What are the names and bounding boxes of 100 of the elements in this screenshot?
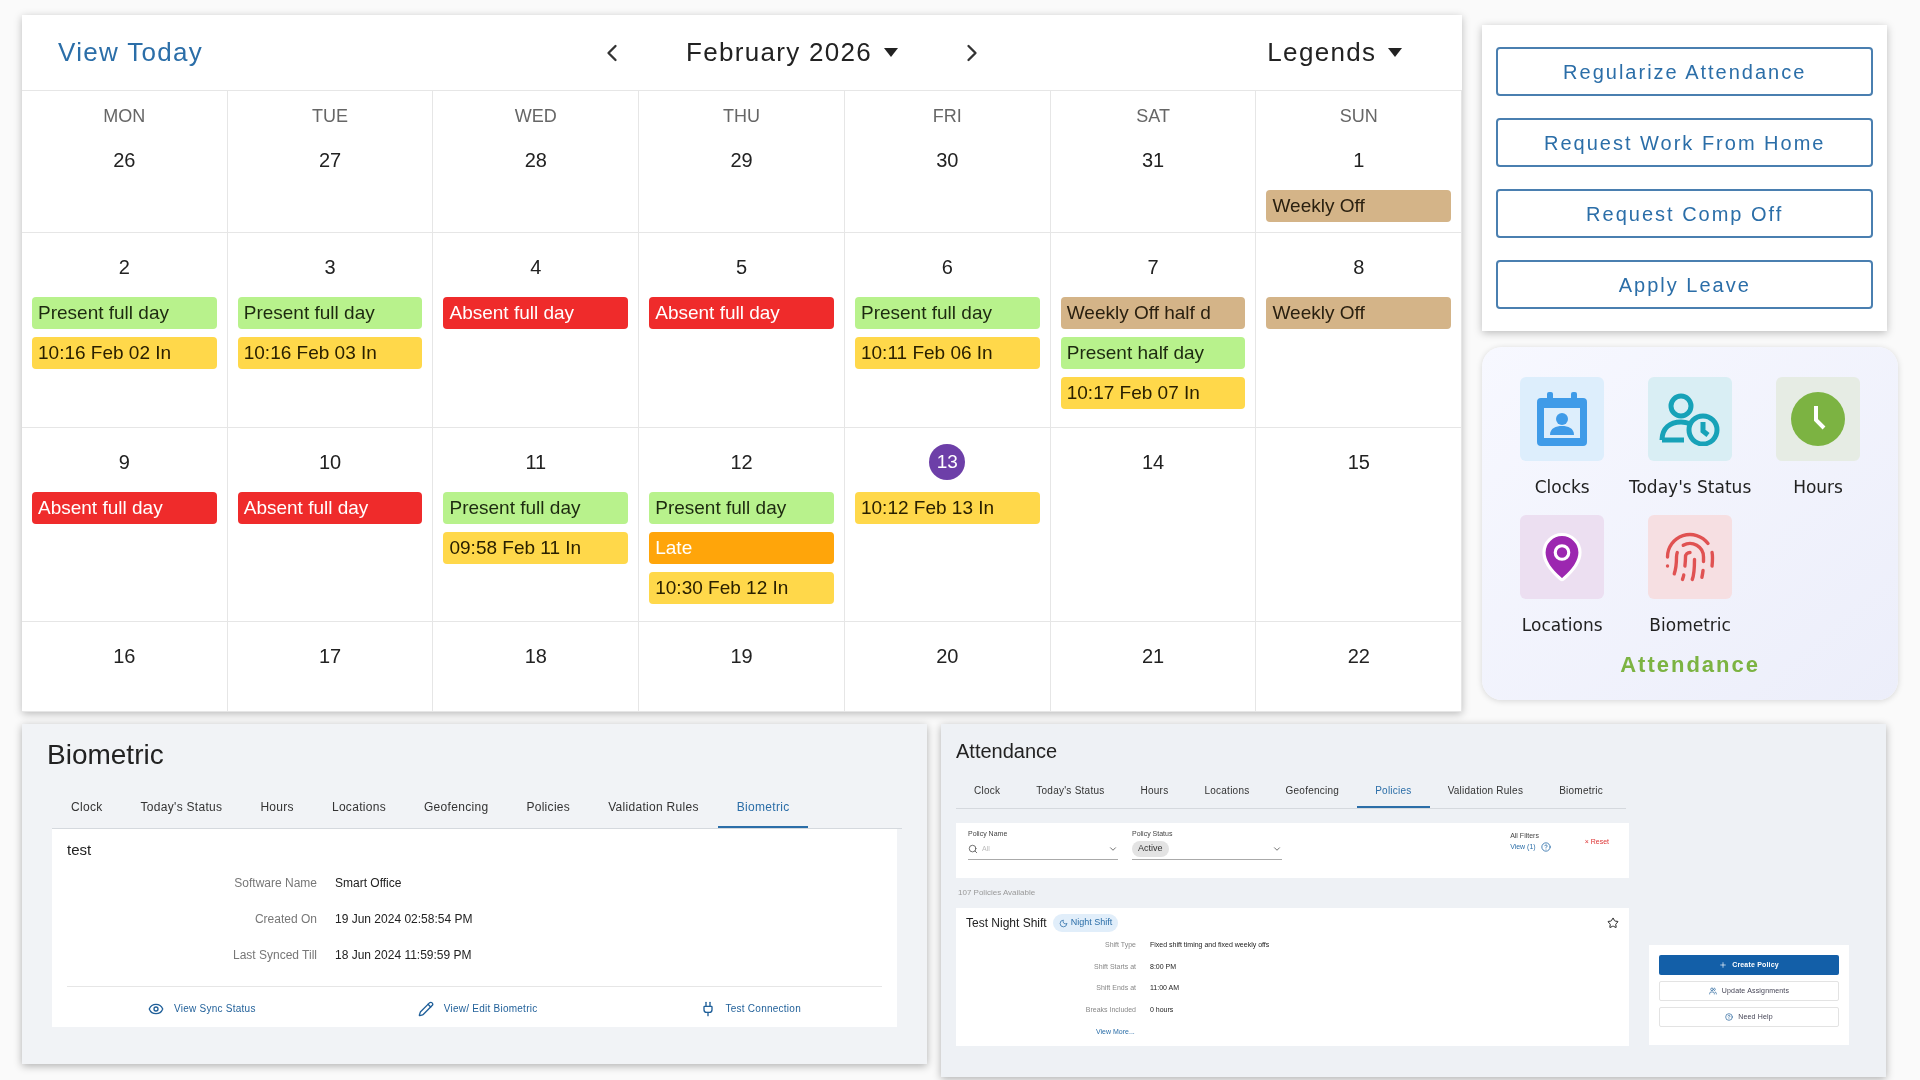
- attendance-event[interactable]: 10:30 Feb 12 In: [649, 572, 834, 604]
- policy-name: Test Night Shift: [966, 915, 1047, 932]
- action-link[interactable]: Test Connection: [699, 1000, 801, 1017]
- attendance-event[interactable]: Present full day: [32, 297, 217, 329]
- device-name: test: [67, 840, 93, 860]
- date-number: 7: [1147, 255, 1159, 280]
- legends-dropdown[interactable]: Legends: [1267, 33, 1403, 72]
- date-number: 13: [929, 444, 966, 480]
- tab[interactable]: Biometric: [1541, 774, 1622, 808]
- search-icon: [968, 844, 978, 854]
- plus-icon: [1719, 961, 1728, 969]
- tab[interactable]: Validation Rules: [1429, 774, 1542, 808]
- attendance-tile[interactable]: Locations: [1498, 514, 1627, 638]
- action-link[interactable]: View Sync Status: [148, 1000, 256, 1017]
- dropdown-icon: [1272, 844, 1282, 854]
- star-icon[interactable]: [1607, 917, 1619, 929]
- date-number: 9: [118, 450, 130, 475]
- date-number: 8: [1353, 255, 1365, 280]
- attendance-event[interactable]: Absent full day: [649, 297, 834, 329]
- field-value: Smart Office: [335, 874, 402, 892]
- attendance-event[interactable]: 10:17 Feb 07 In: [1060, 377, 1246, 409]
- date-number: 2: [118, 255, 130, 280]
- weekday-label: SUN: [1339, 105, 1378, 128]
- field-value: 18 Jun 2024 11:59:59 PM: [335, 946, 472, 964]
- date-number: 19: [730, 644, 753, 669]
- date-number: 27: [319, 148, 342, 173]
- tab[interactable]: Validation Rules: [589, 788, 718, 828]
- tab[interactable]: Clock: [956, 774, 1019, 808]
- attendance-event[interactable]: 10:11 Feb 06 In: [855, 337, 1040, 369]
- view-today-link[interactable]: View Today: [58, 33, 598, 72]
- action-button[interactable]: Regularize Attendance: [1496, 47, 1874, 96]
- attendance-tile[interactable]: Hours: [1754, 377, 1882, 501]
- attendance-event[interactable]: Absent full day: [237, 492, 423, 524]
- action-button[interactable]: Request Comp Off: [1496, 189, 1874, 238]
- clock-icon: [1791, 392, 1846, 446]
- caret-icon: [1388, 48, 1403, 57]
- date-number: 4: [530, 255, 542, 280]
- weekday-label: SAT: [1136, 105, 1170, 128]
- attendance-event[interactable]: Absent full day: [443, 297, 629, 329]
- dropdown-icon: [1108, 844, 1118, 854]
- date-number: 21: [1142, 644, 1165, 669]
- attendance-event[interactable]: Present full day: [443, 492, 629, 524]
- tab[interactable]: Today's Status: [121, 788, 242, 828]
- tab[interactable]: Locations: [1186, 774, 1268, 808]
- date-number: 12: [730, 450, 753, 475]
- calendar-person-icon: [1537, 392, 1588, 446]
- widget-title: Attendance: [1620, 651, 1760, 679]
- month-dropdown[interactable]: February 2026: [686, 33, 898, 72]
- field-value: 19 Jun 2024 02:58:54 PM: [335, 910, 473, 928]
- attendance-event[interactable]: Present full day: [237, 297, 423, 329]
- users-icon: [1708, 987, 1717, 995]
- pen-icon: [417, 1000, 434, 1017]
- attendance-event[interactable]: Weekly Off: [1266, 190, 1452, 222]
- attendance-event[interactable]: 10:16 Feb 02 In: [32, 337, 217, 369]
- tab[interactable]: Today's Status: [1018, 774, 1123, 808]
- date-number: 10: [319, 450, 342, 475]
- person-clock-icon: [1659, 392, 1722, 446]
- date-number: 16: [113, 644, 136, 669]
- action-link[interactable]: View/ Edit Biometric: [417, 1000, 538, 1017]
- attendance-event[interactable]: 09:58 Feb 11 In: [443, 532, 629, 564]
- night-shift-badge: Night Shift: [1052, 914, 1119, 932]
- date-number: 3: [324, 255, 336, 280]
- tab[interactable]: Hours: [241, 788, 313, 828]
- attendance-event[interactable]: Absent full day: [32, 492, 217, 524]
- attendance-event[interactable]: Weekly Off: [1266, 297, 1452, 329]
- attendance-tile[interactable]: Today's Status: [1626, 377, 1755, 501]
- date-number: 26: [113, 148, 136, 173]
- policy-count: 107 Policies Available: [958, 887, 1037, 899]
- date-number: 11: [525, 450, 547, 475]
- date-number: 29: [730, 148, 753, 173]
- attendance-event[interactable]: Present half day: [1060, 337, 1246, 369]
- tab[interactable]: Policies: [1357, 774, 1430, 808]
- attendance-event[interactable]: Present full day: [649, 492, 834, 524]
- tab[interactable]: Policies: [507, 788, 590, 828]
- action-button[interactable]: Apply Leave: [1496, 260, 1874, 309]
- action-button[interactable]: Request Work From Home: [1496, 118, 1874, 167]
- attendance-event[interactable]: 10:12 Feb 13 In: [855, 492, 1040, 524]
- status-chip[interactable]: Active: [1132, 841, 1169, 857]
- attendance-tile[interactable]: Clocks: [1498, 377, 1627, 501]
- attendance-event[interactable]: Present full day: [855, 297, 1040, 329]
- tab[interactable]: Clock: [52, 788, 122, 828]
- date-number: 28: [524, 148, 547, 173]
- weekday-label: FRI: [932, 105, 962, 128]
- tab[interactable]: Geofencing: [1267, 774, 1358, 808]
- attendance-event[interactable]: 10:16 Feb 03 In: [237, 337, 423, 369]
- panel-title: Attendance: [956, 739, 1059, 764]
- tab[interactable]: Hours: [1122, 774, 1187, 808]
- attendance-tile[interactable]: Biometric: [1626, 514, 1755, 638]
- caret-icon: [884, 48, 898, 57]
- attendance-event[interactable]: Weekly Off half d: [1060, 297, 1246, 329]
- weekday-label: THU: [723, 105, 761, 128]
- field-label: Last Synced Till: [231, 946, 317, 964]
- weekday-label: WED: [514, 105, 557, 128]
- tab[interactable]: Locations: [312, 788, 405, 828]
- date-number: 1: [1353, 148, 1365, 173]
- tab[interactable]: Geofencing: [405, 788, 508, 828]
- date-number: 18: [524, 644, 547, 669]
- moon-icon: [1058, 918, 1068, 928]
- policy-status-field[interactable]: Active: [1132, 839, 1282, 860]
- date-number: 6: [941, 255, 953, 280]
